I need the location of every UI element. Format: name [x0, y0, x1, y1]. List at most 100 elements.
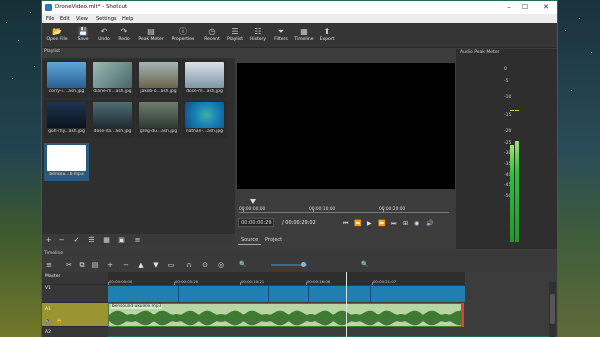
maximize-button[interactable]: ☐ — [518, 3, 532, 12]
track-header-a2[interactable]: A2 — [42, 327, 108, 337]
mute-icon[interactable]: 🔈 — [45, 318, 51, 324]
paste-icon[interactable]: ▤ — [90, 260, 100, 270]
player-scrubber[interactable]: 00:00:00:00 00:00:10:00 00:00:20:00 — [239, 202, 449, 213]
track-header-v1[interactable]: V1 — [42, 285, 108, 303]
playlist-item[interactable]: greg-du...ash.jpg — [136, 100, 181, 138]
playlist-item[interactable]: dose-da...ash.jpg — [90, 100, 135, 138]
properties-icon: ⓘ — [179, 27, 187, 36]
peak-meter-icon: ▤ — [147, 27, 155, 36]
export-button[interactable]: ⬆ Export — [317, 26, 337, 42]
skip-end-button[interactable]: ⏭ — [391, 220, 396, 228]
snap-icon[interactable]: ∩ — [184, 260, 194, 270]
filters-button[interactable]: ⏷ Filters — [271, 26, 291, 42]
update-button[interactable]: ✓ — [72, 236, 81, 244]
lock-icon[interactable]: 🔒 — [56, 318, 62, 324]
track-header-a1[interactable]: A1 🔈 🔒 — [42, 303, 108, 327]
playlist-item-selected[interactable]: bensou...b.mp3 — [44, 143, 89, 181]
track-header-master[interactable]: Master — [42, 272, 108, 285]
cut-icon[interactable]: ✂ — [64, 260, 74, 270]
view-icons-button[interactable]: ▣ — [117, 236, 126, 244]
playlist-button[interactable]: ☰ Playlist — [224, 26, 246, 42]
recent-button[interactable]: ◷ Recent — [201, 26, 223, 42]
properties-button[interactable]: ⓘ Properties — [169, 26, 197, 42]
add-button[interactable]: + — [44, 236, 53, 244]
zoom-out-icon[interactable]: 🔍 — [238, 260, 248, 270]
play-button[interactable]: ▶ — [367, 220, 372, 227]
overwrite-icon[interactable]: ▼ — [151, 260, 161, 270]
playlist-item-caption: dose-da...ash.jpg — [93, 129, 132, 134]
skip-start-button[interactable]: ⏮ — [343, 220, 348, 228]
volume-button[interactable]: 🔊 — [426, 220, 433, 227]
lift-icon[interactable]: ▲ — [136, 260, 146, 270]
ruler-label: 00:00:10:00 — [309, 207, 336, 212]
zoom-slider-handle[interactable] — [301, 262, 306, 267]
view-details-button[interactable]: ☰ — [87, 236, 96, 244]
append-icon[interactable]: + — [105, 260, 115, 270]
star — [6, 22, 7, 23]
playlist-item[interactable]: jakob-o...ash.jpg — [136, 60, 181, 98]
menu-edit[interactable]: Edit — [60, 16, 70, 22]
menu-view[interactable]: View — [76, 16, 88, 22]
remove-button[interactable]: − — [57, 236, 66, 244]
split-icon[interactable]: ▭ — [166, 260, 176, 270]
ripple-icon[interactable]: ◎ — [216, 260, 226, 270]
track-name: A2 — [45, 330, 51, 335]
menu-file[interactable]: File — [46, 16, 54, 22]
meter-title: Audio Peak Meter — [460, 50, 500, 55]
ruler-label: 00:00:21:07 — [373, 279, 397, 284]
fast-forward-button[interactable]: ⏩ — [378, 220, 385, 227]
playlist-item-caption: greg-du...ash.jpg — [139, 129, 178, 134]
timeline-vertical-scrollbar[interactable] — [549, 282, 556, 337]
playlist-item[interactable]: diane-m...ash.jpg — [90, 60, 135, 98]
save-button[interactable]: 💾 Save — [74, 26, 92, 42]
playlist-item[interactable]: goh-rhy...ash.jpg — [44, 100, 89, 138]
playlist-menu-button[interactable]: ≡ — [133, 236, 142, 244]
thumbnail-image — [93, 62, 132, 88]
redo-icon: ↷ — [120, 27, 128, 36]
menu-settings[interactable]: Settings — [96, 16, 117, 22]
video-track-clips[interactable] — [108, 286, 465, 302]
rewind-button[interactable]: ⏪ — [354, 220, 361, 227]
playlist-label: Playlist — [227, 37, 243, 42]
history-button[interactable]: ☷ History — [247, 26, 269, 42]
current-timecode-field[interactable]: 00:00:00:29 — [238, 218, 274, 227]
peak-meter-button[interactable]: ▤ Peak Meter — [137, 26, 165, 42]
zoom-button[interactable]: ◉ — [414, 220, 419, 227]
playlist-item[interactable]: corry-i....ash.jpg — [44, 60, 89, 98]
timeline-playhead[interactable] — [346, 272, 347, 337]
playlist-item[interactable]: dose-m...ash.jpg — [182, 60, 227, 98]
shotcut-window: DroneVideo.mlt* - Shotcut – ☐ ✕ File Edi… — [41, 0, 558, 337]
star — [18, 40, 19, 41]
open-file-button[interactable]: 📂 Open File — [44, 26, 70, 42]
scrollbar-thumb[interactable] — [550, 294, 555, 324]
redo-button[interactable]: ↷ Redo — [115, 26, 133, 42]
undo-button[interactable]: ↶ Undo — [95, 26, 113, 42]
clip-boundary — [370, 286, 371, 302]
scrub-icon[interactable]: ⊙ — [200, 260, 210, 270]
tab-source[interactable]: Source — [238, 236, 262, 245]
ripple-delete-icon[interactable]: − — [121, 260, 131, 270]
close-button[interactable]: ✕ — [539, 3, 553, 12]
audio-clip[interactable]: bensound-ukulele.mp3 — [108, 303, 462, 327]
clip-boundary — [268, 286, 269, 302]
playlist-item-caption: corry-i....ash.jpg — [48, 89, 85, 94]
tab-project[interactable]: Project — [262, 236, 285, 244]
copy-icon[interactable]: ⧉ — [77, 260, 87, 270]
timeline-ruler[interactable]: 00:00:00:00 00:00:05:20 00:00:10:21 00:0… — [108, 272, 465, 285]
view-tiles-button[interactable]: ▦ — [102, 236, 111, 244]
peak-meter-label: Peak Meter — [138, 37, 164, 42]
minimize-button[interactable]: – — [502, 3, 516, 12]
current-timecode: 00:00:00:29 — [241, 220, 272, 226]
timeline-title: Timeline — [44, 251, 64, 256]
timeline-menu-icon[interactable]: ≡ — [44, 260, 54, 270]
playlist-item[interactable]: nathan-...ash.jpg — [182, 100, 227, 138]
video-viewer[interactable] — [237, 63, 455, 189]
audio-peak-meter: Audio Peak Meter 0 -5 -10 -15 -20 -25 -3… — [456, 49, 557, 249]
playlist-item-caption: nathan-...ash.jpg — [185, 129, 224, 134]
zoom-in-icon[interactable]: 🔍 — [360, 260, 370, 270]
timeline-button[interactable]: ▦ Timeline — [292, 26, 316, 42]
recent-label: Recent — [204, 37, 220, 42]
menu-help[interactable]: Help — [122, 16, 133, 22]
history-icon: ☷ — [254, 27, 262, 36]
toggle-grid-button[interactable]: ⊞ — [403, 220, 408, 227]
